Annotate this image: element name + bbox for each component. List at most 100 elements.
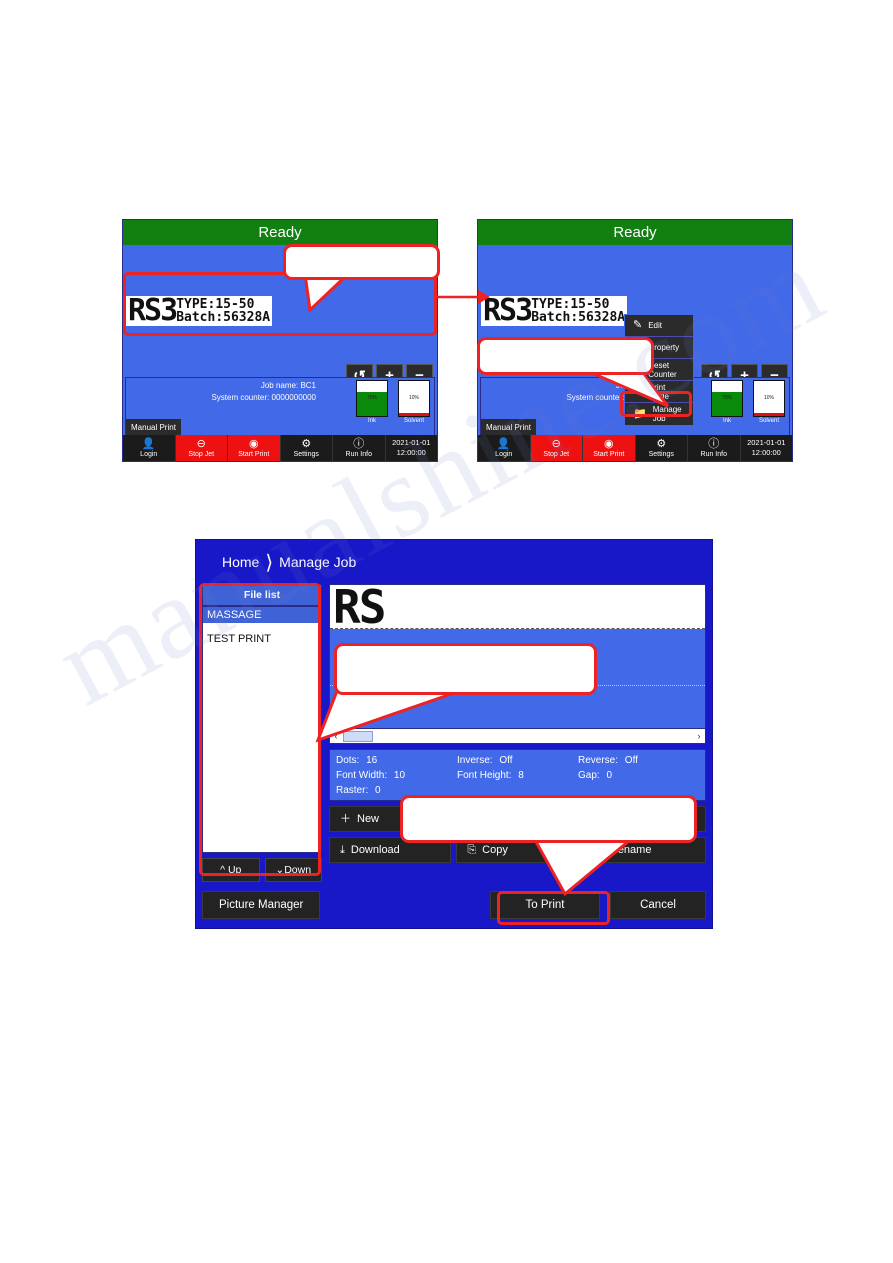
gear-icon: ⚙: [301, 437, 312, 450]
taskbar-label: Start Print: [593, 450, 625, 458]
label-preview-after: RS3 TYPE:15-50 Batch:56328A: [481, 296, 628, 326]
status-text: Ready: [613, 224, 657, 241]
file-list-nav: ^ Up ⌄Down: [202, 858, 322, 882]
taskbar-item-start-print[interactable]: ◉ Start Print: [228, 435, 281, 461]
file-list-column: File list MASSAGE TEST PRINT ^ Up ⌄Down: [202, 584, 322, 882]
breadcrumb-home[interactable]: Home: [196, 554, 259, 570]
label-prefix: RS3: [128, 293, 178, 328]
scroll-right-icon[interactable]: ›: [693, 731, 705, 741]
property-label: Font Width:: [336, 770, 388, 781]
ink-gauge-body: 70%: [711, 380, 743, 417]
download-button-label: Download: [350, 844, 400, 856]
label-line-2: Batch:56328A: [531, 310, 626, 325]
property-font-height: Font Height: 8: [457, 770, 578, 781]
ink-gauge-body: 70%: [356, 380, 388, 417]
ink-gauge: 70% Ink: [711, 380, 743, 424]
taskbar-item-stop-jet[interactable]: ⊖ Stop Jet: [530, 435, 583, 461]
label-preview-before: RS3 TYPE:15-50 Batch:56328A: [126, 293, 273, 328]
taskbar-item-settings[interactable]: ⚙ Settings: [281, 435, 333, 461]
picture-manager-button[interactable]: Picture Manager: [202, 891, 321, 919]
property-value: 10: [393, 770, 406, 781]
solvent-gauge: 10% Solvent: [398, 380, 430, 424]
job-name-value: BC1: [300, 381, 316, 390]
taskbar-item-login[interactable]: 👤 Login: [478, 435, 531, 461]
status-bar-before: Ready: [123, 220, 437, 245]
taskbar-before: 👤 Login ⊖ Stop Jet ◉ Start Print ⚙ Setti…: [123, 435, 437, 461]
property-dots: Dots: 16: [336, 755, 457, 766]
property-inverse: Inverse: Off: [457, 755, 578, 766]
solvent-gauge-fill: [754, 412, 784, 416]
status-text: Ready: [258, 224, 302, 241]
preview-print-band: [330, 585, 705, 629]
callout-tail-4: [532, 838, 635, 897]
callout-balloon-3: [334, 643, 597, 695]
ink-gauge-label: Ink: [367, 418, 376, 424]
taskbar-label: Run Info: [345, 450, 372, 458]
manual-print-button[interactable]: Manual Print: [481, 419, 536, 436]
property-gap: Gap: 0: [578, 770, 699, 781]
clock-date: 2021-01-01: [747, 438, 786, 447]
taskbar-label: Login: [140, 450, 158, 458]
list-item[interactable]: TEST PRINT: [203, 631, 321, 647]
taskbar-item-stop-jet[interactable]: ⊖ Stop Jet: [175, 435, 228, 461]
edit-icon: ✎: [633, 319, 643, 331]
preview-text: RS: [333, 584, 386, 634]
stop-icon: ⊖: [551, 437, 561, 450]
user-icon: 👤: [496, 437, 511, 450]
property-font-width: Font Width: 10: [336, 770, 457, 781]
taskbar-item-login[interactable]: 👤 Login: [123, 435, 176, 461]
taskbar-item-settings[interactable]: ⚙ Settings: [636, 435, 688, 461]
solvent-gauge-body: 10%: [753, 380, 785, 417]
property-label: Gap:: [578, 770, 600, 781]
stop-icon: ⊖: [196, 437, 206, 450]
clock-date: 2021-01-01: [392, 438, 431, 447]
label-lines: TYPE:15-50 Batch:56328A: [176, 298, 270, 324]
supply-gauges-after: 70% Ink 10% Solvent: [711, 380, 785, 424]
plus-icon: ＋: [340, 812, 351, 825]
property-label: Dots:: [336, 755, 360, 766]
scroll-down-label: Down: [284, 864, 312, 876]
flow-arrow-icon: [436, 290, 490, 304]
manual-print-button[interactable]: Manual Print: [126, 419, 181, 436]
taskbar-after: 👤 Login ⊖ Stop Jet ◉ Start Print ⚙ Setti…: [478, 435, 792, 461]
callout-balloon-2: [477, 337, 654, 375]
copy-icon: ⎘: [467, 843, 477, 856]
properties-grid: Dots: 16 Inverse: Off Reverse: Off Font …: [336, 755, 699, 796]
new-button-label: New: [357, 813, 380, 825]
page-root: manualshine.com Ready RS3 TYPE:15-50 Bat…: [0, 0, 893, 1263]
taskbar-clock: 2021-01-01 12:00:00: [741, 435, 793, 461]
taskbar-label: Stop Jet: [188, 450, 215, 458]
taskbar-item-start-print[interactable]: ◉ Start Print: [583, 435, 636, 461]
taskbar-clock: 2021-01-01 12:00:00: [386, 435, 438, 461]
property-label: Reverse:: [578, 755, 619, 766]
info-icon: ⓘ: [708, 437, 720, 450]
scroll-up-button[interactable]: ^ Up: [202, 858, 260, 882]
scroll-up-label: Up: [227, 864, 242, 876]
property-reverse: Reverse: Off: [578, 755, 699, 766]
menu-item-label: Edit: [648, 321, 663, 330]
taskbar-item-run-info[interactable]: ⓘ Run Info: [688, 435, 741, 461]
file-list-box[interactable]: MASSAGE TEST PRINT: [202, 606, 322, 853]
breadcrumb-current: Manage Job: [279, 554, 357, 570]
menu-item-edit[interactable]: ✎ Edit: [625, 315, 693, 337]
solvent-gauge-label: Solvent: [758, 418, 779, 424]
solvent-gauge-fill: [399, 412, 429, 416]
clock-time: 12:00:00: [751, 448, 781, 457]
label-lines: TYPE:15-50 Batch:56328A: [531, 298, 625, 324]
callout-balloon-1: [283, 244, 440, 280]
chevron-up-icon: ^: [220, 864, 228, 876]
property-label: Font Height:: [457, 770, 512, 781]
taskbar-label: Settings: [293, 450, 319, 458]
taskbar-label: Run Info: [700, 450, 727, 458]
play-icon: ◉: [603, 437, 614, 450]
breadcrumb-separator-icon: ⟩: [265, 551, 274, 574]
taskbar-item-run-info[interactable]: ⓘ Run Info: [333, 435, 386, 461]
list-item[interactable]: MASSAGE: [203, 607, 321, 623]
solvent-gauge-value: 10%: [763, 395, 774, 401]
property-value: 16: [366, 755, 378, 766]
info-panel-before: Job name: BC1 System counter: 0000000000…: [125, 377, 435, 437]
solvent-gauge: 10% Solvent: [753, 380, 785, 424]
property-value: 0: [606, 770, 613, 781]
scroll-down-button[interactable]: ⌄Down: [264, 858, 322, 882]
play-icon: ◉: [248, 437, 259, 450]
